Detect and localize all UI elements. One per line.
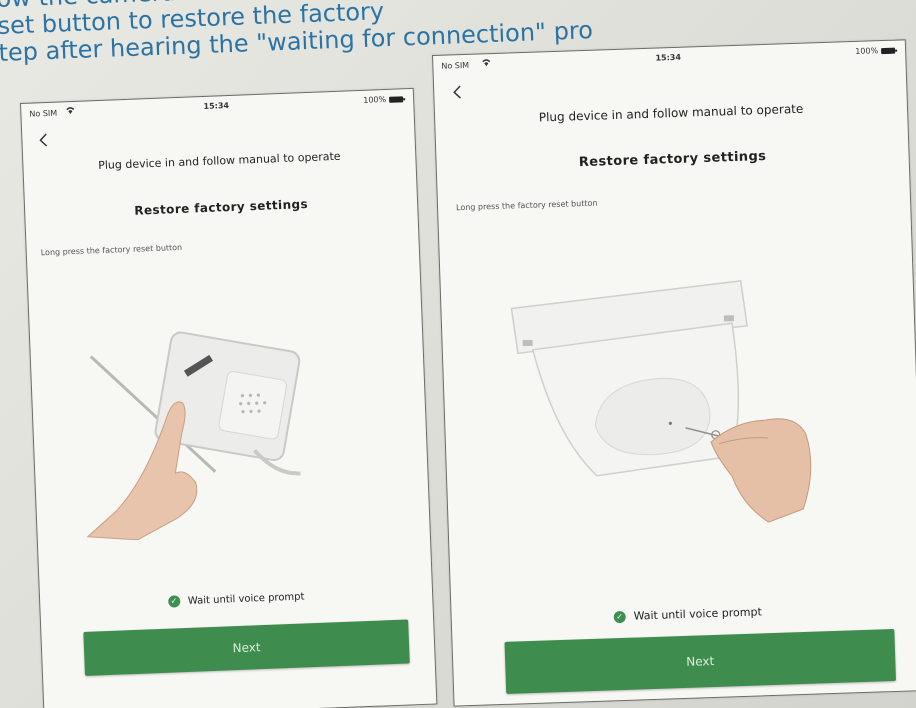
battery-icon [881,47,896,54]
voice-prompt-text: Wait until voice prompt [633,605,762,623]
phone-screen-right: No SIM 15:34 100% Plug device in and fol… [432,39,916,707]
chevron-left-icon [453,85,461,99]
next-button[interactable]: Next [504,628,897,694]
voice-prompt-text: Wait until voice prompt [187,590,305,607]
battery-icon [389,95,404,103]
hint-text: Long press the factory reset button [455,198,598,213]
voice-prompt-row: ✓ Wait until voice prompt [452,600,916,629]
instruction-text: Plug device in and follow manual to oper… [97,149,341,173]
battery-indicator: 100% [363,94,404,105]
phone-screen-left: No SIM 15:34 100% Plug device in and fol… [20,87,438,708]
voice-prompt-row: ✓ Wait until voice prompt [40,586,432,613]
battery-label: 100% [855,46,879,56]
instruction-text: Plug device in and follow manual to oper… [538,101,804,125]
chevron-left-icon [39,133,48,147]
next-button[interactable]: Next [83,619,410,676]
back-button[interactable] [452,85,463,103]
section-title: Restore factory settings [578,148,767,171]
battery-label: 100% [363,94,387,105]
battery-indicator: 100% [855,46,896,56]
back-button[interactable] [38,133,49,151]
hint-text: Long press the factory reset button [40,242,183,258]
reset-device-illustration [69,297,348,547]
section-title: Restore factory settings [134,197,309,218]
check-circle-icon: ✓ [613,610,626,623]
dome-camera-illustration [500,268,838,534]
check-circle-icon: ✓ [167,595,181,608]
